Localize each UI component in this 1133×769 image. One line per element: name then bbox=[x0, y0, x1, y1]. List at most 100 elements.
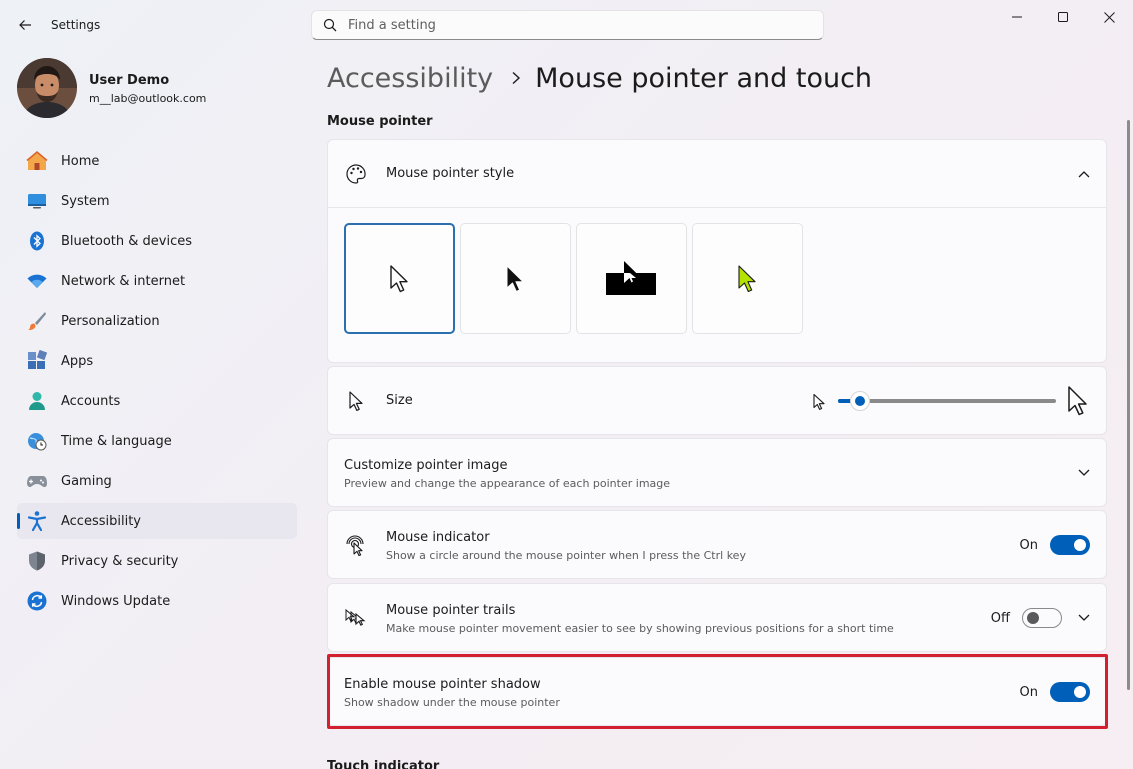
user-name: User Demo bbox=[89, 73, 170, 88]
mouse-indicator-toggle-group: On bbox=[1020, 535, 1090, 555]
customize-pointer-title: Customize pointer image bbox=[344, 458, 508, 473]
maximize-button[interactable] bbox=[1040, 6, 1086, 28]
back-button[interactable] bbox=[14, 14, 36, 36]
pointer-trails-card: Mouse pointer trails Make mouse pointer … bbox=[327, 583, 1107, 652]
chevron-right-icon bbox=[511, 71, 521, 85]
scrollbar[interactable] bbox=[1127, 120, 1130, 690]
close-icon bbox=[1103, 11, 1115, 23]
mouse-indicator-toggle[interactable] bbox=[1050, 535, 1090, 555]
size-card: Size bbox=[327, 366, 1107, 435]
custom-color-cursor-icon bbox=[737, 264, 756, 292]
person-icon bbox=[29, 392, 45, 410]
section-title-mouse-pointer: Mouse pointer bbox=[327, 114, 433, 129]
minimize-button[interactable] bbox=[994, 6, 1040, 28]
sidebar-item-windows-update[interactable]: Windows Update bbox=[17, 583, 297, 619]
sidebar-item-accounts[interactable]: Accounts bbox=[17, 383, 297, 419]
update-icon bbox=[27, 591, 47, 611]
pointer-trails-toggle-group: Off bbox=[991, 608, 1062, 628]
sidebar-item-label: Network & internet bbox=[61, 273, 186, 289]
sidebar-item-gaming[interactable]: Gaming bbox=[17, 463, 297, 499]
pointer-trails-icon bbox=[344, 606, 368, 630]
sidebar-item-label: Gaming bbox=[61, 473, 112, 489]
sidebar-item-label: Bluetooth & devices bbox=[61, 233, 192, 249]
size-title: Size bbox=[386, 393, 413, 408]
section-title-touch-indicator: Touch indicator bbox=[327, 759, 440, 769]
close-button[interactable] bbox=[1086, 6, 1132, 28]
pointer-style-white[interactable] bbox=[344, 223, 455, 334]
system-icon bbox=[28, 194, 46, 209]
white-cursor-icon bbox=[389, 264, 408, 292]
size-slider-thumb[interactable] bbox=[849, 391, 870, 411]
sidebar-item-label: Apps bbox=[61, 353, 94, 369]
sidebar-item-label: Accessibility bbox=[61, 513, 141, 529]
home-icon bbox=[26, 150, 48, 170]
back-arrow-icon bbox=[19, 20, 31, 30]
search-icon bbox=[323, 18, 337, 32]
inverted-cursor-icon bbox=[605, 260, 656, 295]
sidebar-item-network[interactable]: Network & internet bbox=[17, 263, 297, 299]
sidebar-item-label: Time & language bbox=[61, 433, 172, 449]
mouse-indicator-card: Mouse indicator Show a circle around the… bbox=[327, 510, 1107, 579]
brush-icon bbox=[28, 312, 46, 331]
customize-pointer-description: Preview and change the appearance of eac… bbox=[344, 477, 671, 490]
sidebar-nav: Home System Bluetooth & devices Network … bbox=[17, 143, 297, 623]
minimize-icon bbox=[1012, 16, 1022, 18]
avatar bbox=[17, 58, 77, 118]
sidebar-item-label: Accounts bbox=[61, 393, 121, 409]
small-cursor-icon bbox=[812, 393, 826, 415]
chevron-down-icon[interactable] bbox=[1076, 610, 1092, 626]
breadcrumb: Accessibility Mouse pointer and touch bbox=[327, 58, 872, 98]
sidebar-item-personalization[interactable]: Personalization bbox=[17, 303, 297, 339]
pointer-style-inverted[interactable] bbox=[576, 223, 687, 334]
highlight-box bbox=[327, 654, 1108, 729]
sidebar-item-privacy-security[interactable]: Privacy & security bbox=[17, 543, 297, 579]
pointer-trails-description: Make mouse pointer movement easier to se… bbox=[386, 622, 894, 635]
sidebar-item-bluetooth[interactable]: Bluetooth & devices bbox=[17, 223, 297, 259]
chevron-down-icon[interactable] bbox=[1076, 465, 1092, 481]
breadcrumb-parent[interactable]: Accessibility bbox=[327, 63, 493, 94]
clock-globe-icon bbox=[28, 433, 47, 451]
black-cursor-icon bbox=[506, 265, 523, 292]
sidebar-item-label: Windows Update bbox=[61, 593, 171, 609]
title-bar: Settings bbox=[0, 0, 1133, 50]
sidebar-item-system[interactable]: System bbox=[17, 183, 297, 219]
mouse-indicator-title: Mouse indicator bbox=[386, 530, 490, 545]
pointer-trails-title: Mouse pointer trails bbox=[386, 603, 516, 618]
search-input[interactable] bbox=[348, 17, 788, 33]
pointer-style-custom[interactable] bbox=[692, 223, 803, 334]
sidebar-item-accessibility[interactable]: Accessibility bbox=[17, 503, 297, 539]
sidebar-item-time-language[interactable]: Time & language bbox=[17, 423, 297, 459]
sidebar-item-label: System bbox=[61, 193, 110, 209]
large-cursor-icon bbox=[1066, 385, 1090, 421]
maximize-icon bbox=[1058, 12, 1068, 22]
wifi-icon bbox=[27, 274, 47, 288]
shield-icon bbox=[29, 551, 45, 571]
sidebar-item-home[interactable]: Home bbox=[17, 143, 297, 179]
apps-icon bbox=[28, 350, 48, 369]
size-slider-track[interactable] bbox=[838, 399, 1056, 403]
search-box[interactable] bbox=[311, 10, 824, 40]
pointer-style-header[interactable]: Mouse pointer style bbox=[328, 140, 1106, 208]
accessibility-icon bbox=[27, 511, 47, 532]
bluetooth-icon bbox=[30, 231, 44, 251]
page-title: Mouse pointer and touch bbox=[535, 62, 873, 94]
sidebar-item-label: Privacy & security bbox=[61, 553, 179, 569]
mouse-indicator-icon bbox=[344, 533, 368, 557]
customize-pointer-card[interactable]: Customize pointer image Preview and chan… bbox=[327, 438, 1107, 507]
pointer-style-card: Mouse pointer style bbox=[327, 139, 1107, 363]
palette-icon bbox=[344, 162, 368, 186]
chevron-up-icon[interactable] bbox=[1076, 166, 1092, 182]
app-title: Settings bbox=[51, 18, 101, 32]
gamepad-icon bbox=[27, 476, 47, 487]
sidebar-item-apps[interactable]: Apps bbox=[17, 343, 297, 379]
user-email: m__lab@outlook.com bbox=[89, 92, 207, 105]
mouse-indicator-state: On bbox=[1019, 537, 1038, 553]
mouse-indicator-description: Show a circle around the mouse pointer w… bbox=[386, 549, 746, 562]
sidebar-item-label: Home bbox=[61, 153, 100, 169]
pointer-trails-state: Off bbox=[990, 610, 1010, 626]
pointer-style-black[interactable] bbox=[460, 223, 571, 334]
pointer-style-title: Mouse pointer style bbox=[386, 166, 515, 181]
pointer-trails-toggle[interactable] bbox=[1022, 608, 1062, 628]
cursor-icon bbox=[344, 389, 368, 413]
sidebar-item-label: Personalization bbox=[61, 313, 160, 329]
